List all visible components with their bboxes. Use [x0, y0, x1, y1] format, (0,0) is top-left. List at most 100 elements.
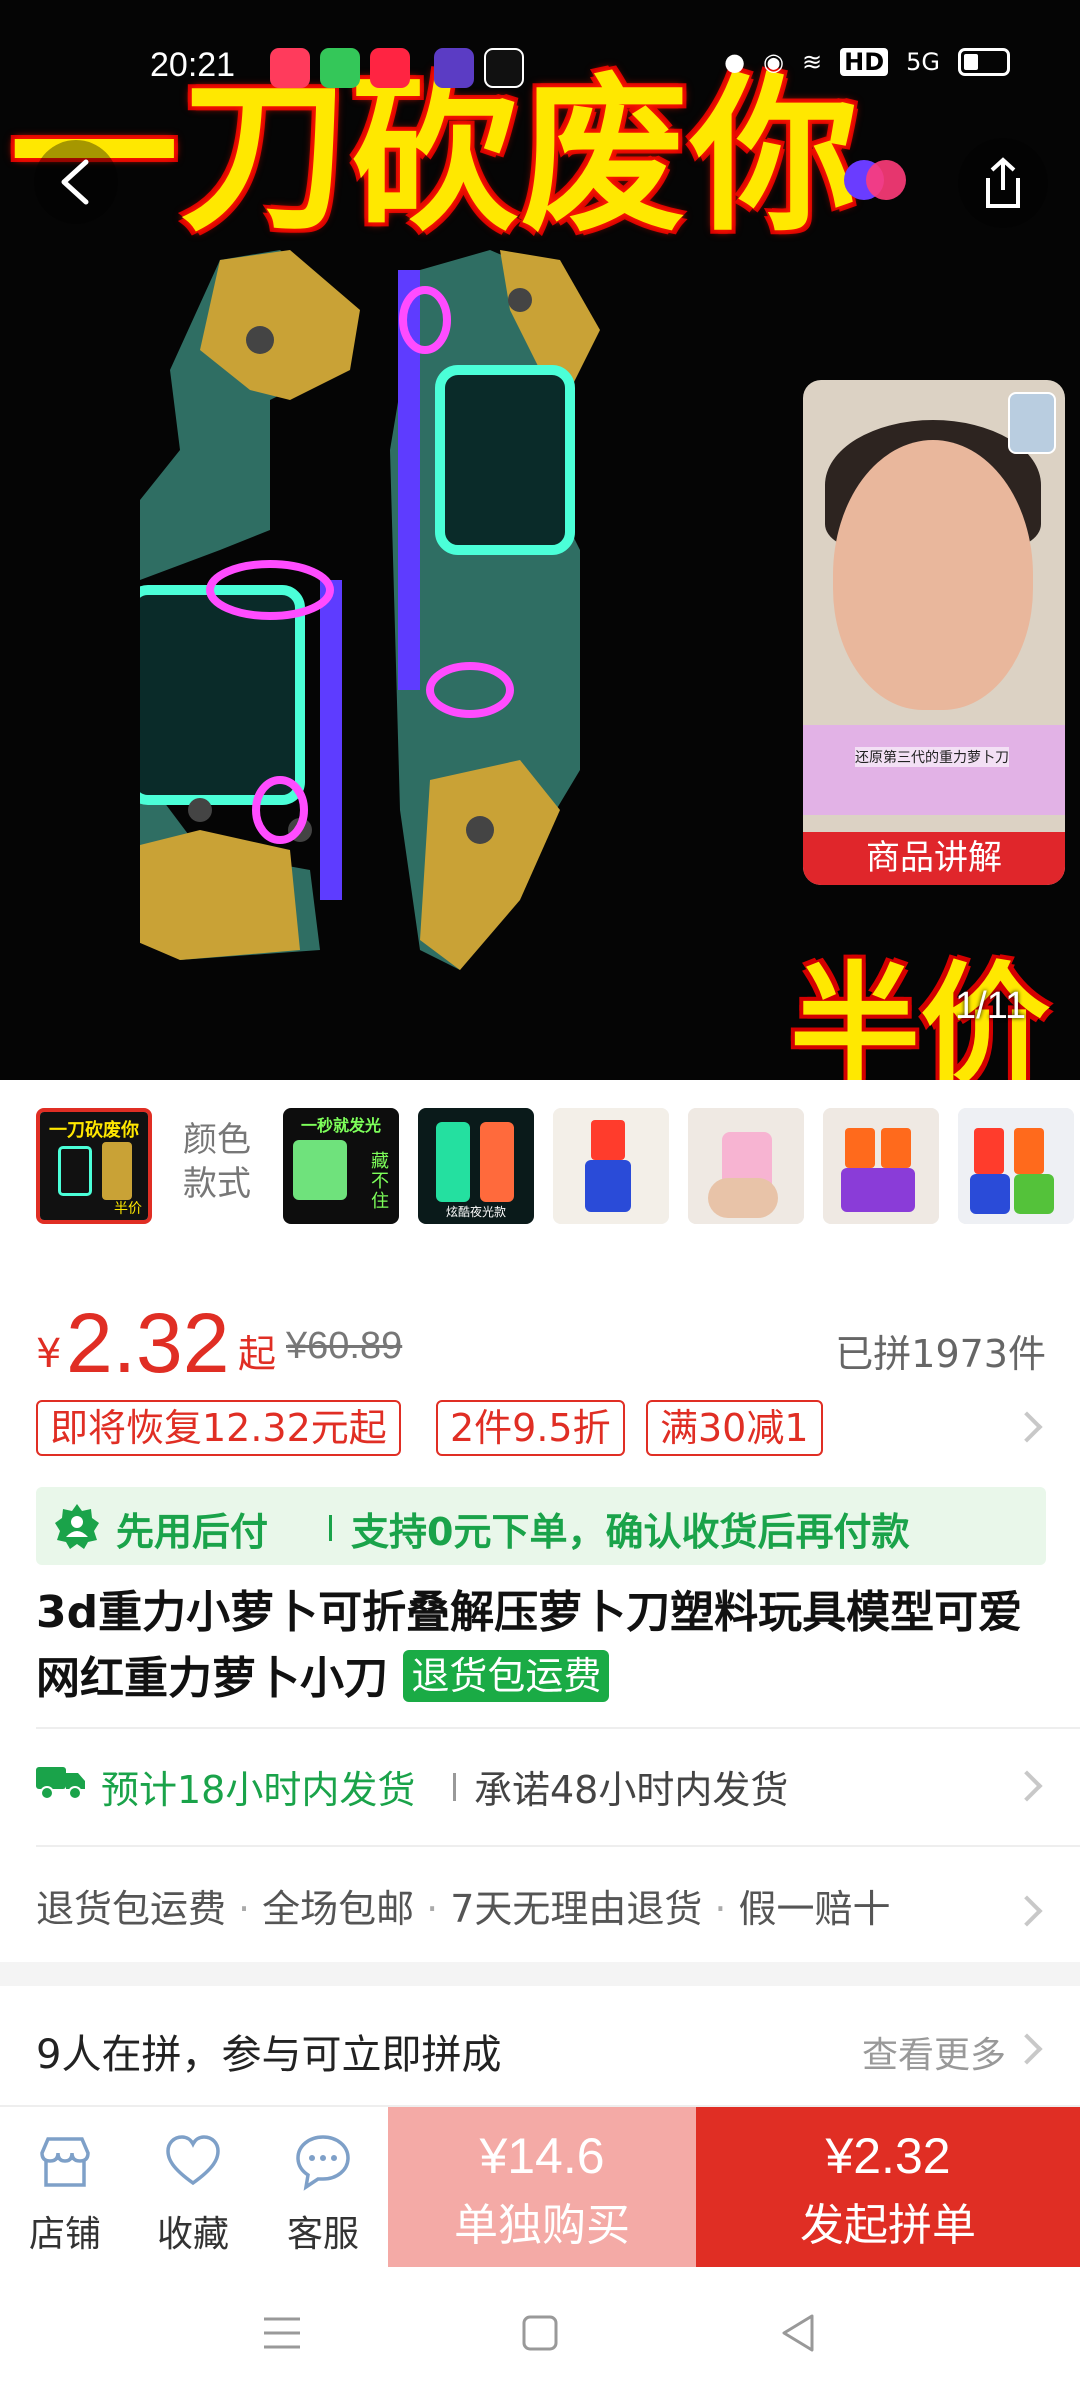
chevron-right-icon: [1011, 1895, 1043, 1927]
video-caption: 还原第三代的重力萝卜刀: [855, 747, 1009, 767]
original-price: ¥60.89: [286, 1325, 403, 1367]
back-nav-icon[interactable]: [780, 2313, 816, 2353]
wifi-icon: ≋: [802, 48, 823, 76]
message-icon: [320, 48, 360, 88]
status-bar: 20:21 ● ◉ ≋ HD 5G: [0, 40, 1080, 100]
status-system-icons: ● ◉ ≋ HD 5G: [724, 48, 1010, 76]
share-button[interactable]: [958, 138, 1048, 228]
video-host-face: [833, 440, 1033, 710]
view-more-link[interactable]: 查看更多: [862, 2026, 1006, 2078]
product-image-carousel[interactable]: 一刀砍废你 半价 20:21 ● ◉ ≋ HD 5G 还原第三代的重力萝卜刀 商…: [0, 0, 1080, 1080]
single-price: ¥14.6: [479, 2128, 605, 2184]
divider-line: [453, 1773, 456, 1801]
chat-icon: [296, 2135, 350, 2191]
single-label: 单独购买: [454, 2200, 630, 2251]
group-buy-button[interactable]: ¥2.32 发起拼单: [696, 2107, 1080, 2269]
signal-label: 5G: [906, 48, 940, 76]
separator-dot: ·: [426, 1887, 439, 1931]
thumbnail-item[interactable]: [688, 1108, 804, 1224]
image-counter: 1/11: [955, 985, 1027, 1027]
thumbnail-art: [293, 1140, 347, 1200]
back-button[interactable]: [34, 140, 118, 224]
color-label-line1: 颜色: [183, 1120, 251, 1160]
video-caption-area: 还原第三代的重力萝卜刀: [803, 725, 1065, 815]
store-label: 店铺: [28, 2214, 101, 2255]
chevron-right-icon: [1011, 1411, 1043, 1443]
buy-alone-button[interactable]: ¥14.6 单独购买: [388, 2107, 696, 2269]
store-icon: [40, 2137, 90, 2187]
status-app-icons: [270, 48, 524, 88]
shipping-promise: 承诺48小时内发货: [474, 1768, 789, 1812]
thumbnail-subtext: 炫酷夜光款: [445, 1205, 506, 1219]
thumbnail-item[interactable]: 一秒就发光 藏不住: [283, 1108, 399, 1224]
product-title: 3d重力小萝卜可折叠解压萝卜刀塑料玩具模型可爱网红重力萝卜小刀 退货包运费: [36, 1580, 1046, 1712]
group-buy-row[interactable]: 9人在拼，参与可立即拼成 查看更多: [36, 2012, 1046, 2082]
customer-service-button[interactable]: 客服: [258, 2107, 388, 2269]
favorite-button[interactable]: 收藏: [128, 2107, 258, 2269]
live-icon[interactable]: [838, 155, 918, 205]
pay-later-label: 先用后付: [116, 1510, 269, 1554]
shipping-row[interactable]: 预计18小时内发货 承诺48小时内发货: [36, 1755, 1046, 1815]
thumbnail-item[interactable]: [958, 1108, 1074, 1224]
thumbnail-item[interactable]: [553, 1108, 669, 1224]
sku-thumbnail-row: 一刀砍废你 半价 颜色 款式 一秒就发光 藏不住 炫酷夜光款: [0, 1108, 1080, 1228]
customer-service-label: 客服: [286, 2214, 359, 2255]
color-style-label: 颜色 款式: [183, 1118, 263, 1206]
thumbnail-art: [974, 1128, 1004, 1174]
favorite-label: 收藏: [156, 2214, 229, 2255]
capcut-icon: [484, 48, 524, 88]
thumbnail-item[interactable]: 炫酷夜光款: [418, 1108, 534, 1224]
thumbnail-art: [1014, 1128, 1044, 1174]
menu-icon[interactable]: [262, 2315, 302, 2351]
section-divider: [36, 1845, 1080, 1847]
system-navigation-bar: [0, 2267, 1080, 2400]
battery-icon: [958, 48, 1010, 76]
promo-tag[interactable]: 即将恢复12.32元起: [36, 1400, 401, 1456]
service-item: 假一赔十: [738, 1887, 891, 1931]
group-buy-text: 9人在拼，参与可立即拼成: [36, 2032, 502, 2078]
pay-later-banner[interactable]: 先用后付 支持0元下单，确认收货后再付款: [36, 1487, 1046, 1565]
chevron-right-icon: [1011, 1770, 1043, 1802]
thumbnail-art: [480, 1122, 514, 1202]
thumbnail-art: [708, 1178, 778, 1218]
store-button[interactable]: 店铺: [0, 2107, 130, 2269]
shipping-estimate: 预计18小时内发货: [101, 1768, 416, 1812]
thumbnail-item[interactable]: 一刀砍废你 半价: [36, 1108, 152, 1224]
thumbnail-art: [585, 1160, 631, 1212]
thumbnail-subtext: 半价: [114, 1201, 142, 1217]
chevron-right-icon: [1011, 2033, 1043, 2065]
divider-line: [329, 1515, 332, 1541]
camera-icon: ◉: [763, 48, 784, 76]
mic-icon: ●: [724, 48, 746, 76]
promo-tags[interactable]: 即将恢复12.32元起 2件9.5折 满30减1: [36, 1400, 1046, 1460]
separator-dot: ·: [714, 1887, 727, 1931]
price-from-suffix: 起: [238, 1332, 277, 1376]
app-notification-icon: [434, 48, 474, 88]
group-label: 发起拼单: [800, 2200, 976, 2251]
home-icon[interactable]: [522, 2315, 558, 2351]
promo-tag[interactable]: 2件9.5折: [436, 1400, 625, 1456]
product-explain-button[interactable]: 商品讲解: [803, 832, 1065, 885]
app-notification-icon: [270, 48, 310, 88]
service-item: 7天无理由退货: [450, 1887, 703, 1931]
product-image: [140, 250, 600, 970]
thumbnail-art: [58, 1146, 92, 1196]
xiaohongshu-icon: [370, 48, 410, 88]
thumbnail-text: 一秒就发光: [300, 1116, 381, 1135]
thumbnail-item[interactable]: [823, 1108, 939, 1224]
return-shipping-badge: 退货包运费: [403, 1650, 610, 1702]
thumbnail-art: [102, 1142, 132, 1200]
thumbnail-art: [845, 1128, 875, 1168]
separator-dot: ·: [238, 1887, 251, 1931]
status-time: 20:21: [150, 46, 236, 84]
pay-later-icon: [55, 1504, 99, 1549]
service-guarantees[interactable]: 退货包运费 · 全场包邮 · 7天无理由退货 · 假一赔十: [36, 1878, 1046, 1938]
thumbnail-art: [841, 1168, 915, 1212]
thumbnail-art: [970, 1174, 1010, 1214]
share-icon: [986, 157, 1020, 208]
thumbnail-art: [436, 1122, 470, 1202]
currency-symbol: ¥: [36, 1331, 62, 1377]
live-explain-video[interactable]: 还原第三代的重力萝卜刀 商品讲解: [803, 380, 1065, 885]
back-arrow-icon: [61, 159, 89, 205]
promo-tag[interactable]: 满30减1: [646, 1400, 823, 1456]
